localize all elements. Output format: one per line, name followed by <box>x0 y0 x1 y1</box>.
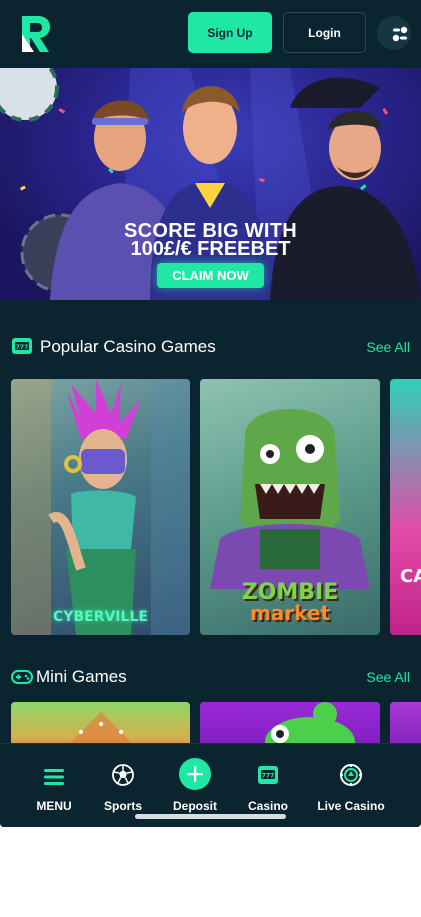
nav-sports-label: Sports <box>103 799 142 813</box>
nav-live-casino-label: Live Casino <box>317 799 385 813</box>
claim-now-button[interactable]: CLAIM NOW <box>157 263 264 288</box>
poker-chip-icon <box>340 764 362 786</box>
game-card-partial[interactable]: CA <box>390 379 421 635</box>
brand-logo-icon[interactable] <box>18 14 52 54</box>
signup-button[interactable]: Sign Up <box>188 12 272 53</box>
svg-text:777: 777 <box>262 773 275 780</box>
cyberville-title: CYBERVILLE <box>53 609 148 625</box>
home-indicator <box>135 814 286 819</box>
toggle-settings-icon <box>392 26 408 42</box>
slot-machine-icon: 777 <box>12 338 32 354</box>
nav-casino-label: Casino <box>247 799 288 813</box>
partial-game-title: CA <box>400 566 421 587</box>
promo-banner[interactable]: SCORE BIG WITH 100£/€ FREEBET CLAIM NOW <box>0 68 421 300</box>
cyberville-artwork <box>11 379 190 635</box>
settings-toggle-button[interactable] <box>377 16 411 50</box>
popular-see-all-link[interactable]: See All <box>366 339 410 355</box>
nav-live-casino[interactable]: Live Casino <box>310 744 392 827</box>
game-card-cyberville[interactable]: CYBERVILLE <box>11 379 190 635</box>
app-screen: Sign Up Login SCORE BIG WITH 100£/€ FREE… <box>0 0 421 827</box>
mini-see-all-link[interactable]: See All <box>366 669 410 685</box>
menu-icon <box>44 769 64 785</box>
nav-deposit-label: Deposit <box>172 799 217 813</box>
market-title: market <box>249 601 331 625</box>
top-header: Sign Up Login <box>0 0 421 68</box>
popular-casino-games-title: Popular Casino Games <box>40 337 216 356</box>
banner-subheadline: 100£/€ FREEBET <box>130 238 291 260</box>
deposit-button-circle <box>179 758 211 790</box>
nav-menu[interactable]: MENU <box>20 744 88 827</box>
mini-games-title: Mini Games <box>36 667 127 686</box>
nav-menu-label: MENU <box>36 799 72 813</box>
slot-machine-icon: 777 <box>258 766 278 784</box>
plus-icon <box>187 766 203 782</box>
game-card-zombie-market[interactable]: ZOMBIE market <box>200 379 380 635</box>
soccer-ball-icon <box>112 764 134 786</box>
svg-text:777: 777 <box>16 344 29 351</box>
login-button[interactable]: Login <box>283 12 366 53</box>
gamepad-icon <box>11 670 33 684</box>
